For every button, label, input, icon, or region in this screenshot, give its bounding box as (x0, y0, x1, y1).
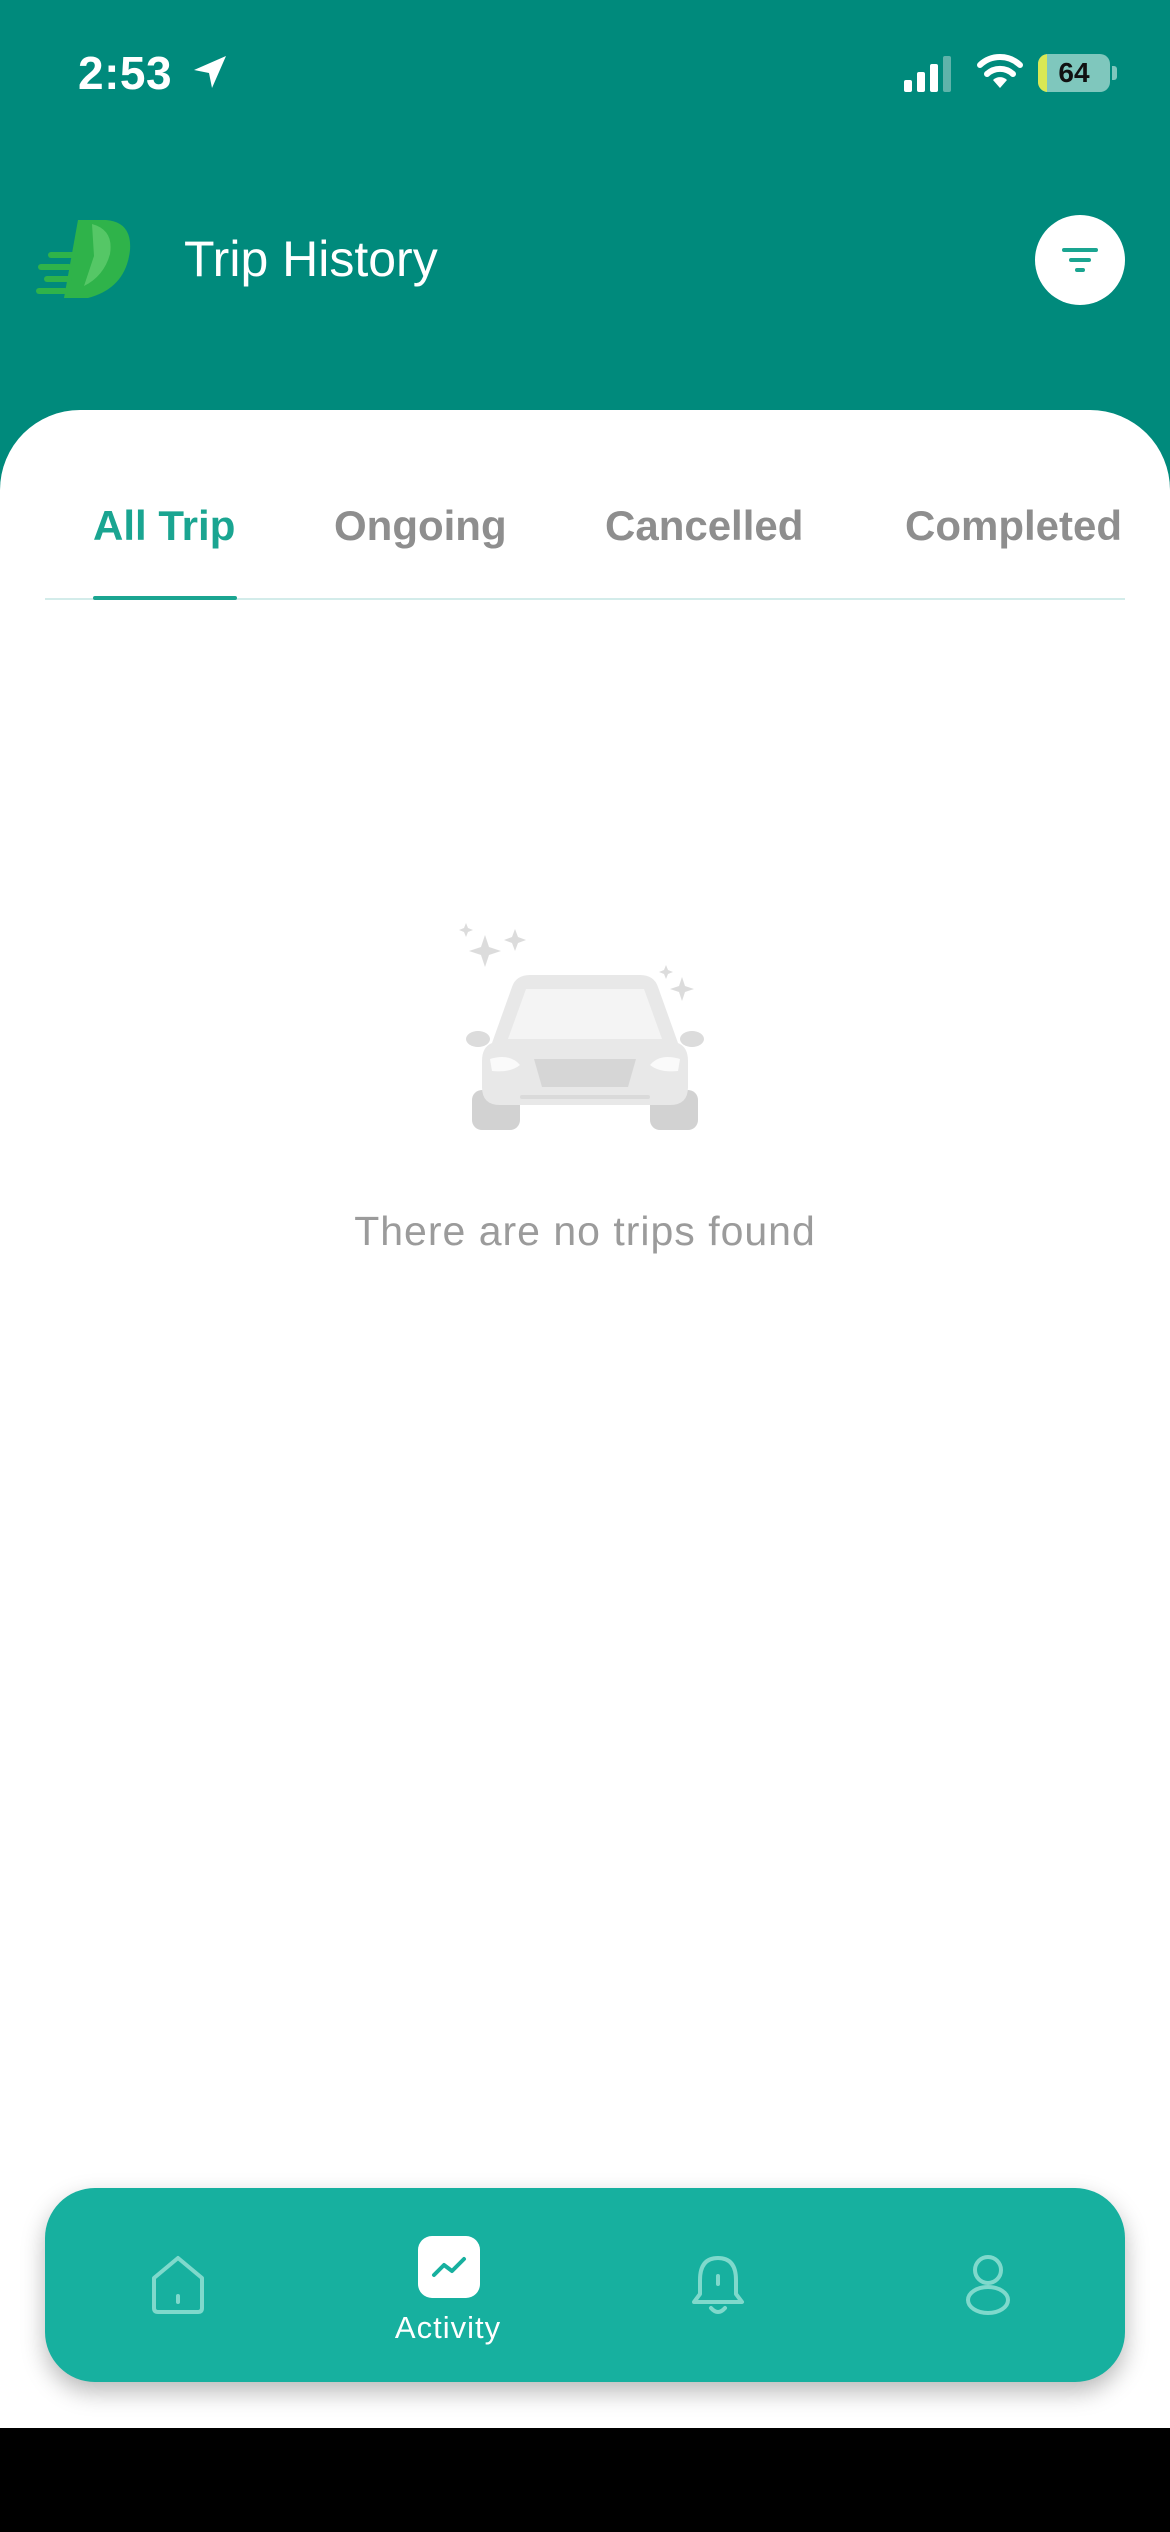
page-title: Trip History (184, 231, 438, 287)
bell-icon (692, 2256, 744, 2314)
tab-ongoing[interactable]: Ongoing (334, 502, 507, 550)
filter-button[interactable] (1035, 215, 1125, 305)
activity-tile (418, 2236, 480, 2298)
bottom-navigation: Activity (45, 2188, 1125, 2382)
nav-profile[interactable] (908, 2188, 1068, 2382)
location-arrow-icon (194, 56, 226, 88)
trip-history-content: All Trip Ongoing Cancelled Completed (0, 410, 1170, 2428)
nav-activity-label: Activity (394, 2310, 502, 2345)
activity-chart-icon (432, 2257, 466, 2277)
battery-indicator: 64 (1038, 54, 1110, 92)
car-illustration-icon (459, 923, 704, 1130)
status-bar: 2:53 64 (0, 0, 1170, 150)
battery-percent: 64 (1058, 57, 1090, 88)
home-icon (152, 2256, 204, 2314)
active-tab-indicator (93, 596, 237, 600)
nav-notifications[interactable] (638, 2188, 798, 2382)
wifi-icon (977, 54, 1023, 88)
app-logo-icon (36, 220, 131, 298)
trip-filter-tabs: All Trip Ongoing Cancelled Completed (45, 410, 1125, 600)
profile-icon (966, 2255, 1010, 2315)
nav-activity[interactable]: Activity (368, 2188, 528, 2382)
nav-home[interactable] (98, 2188, 258, 2382)
tab-completed[interactable]: Completed (905, 502, 1122, 550)
app-screen: 2:53 64 Trip History All Trip Ongoing Ca… (0, 0, 1170, 2428)
cellular-signal-icon (904, 56, 951, 92)
filter-icon (1062, 248, 1098, 272)
tab-cancelled[interactable]: Cancelled (605, 502, 803, 550)
status-time: 2:53 (78, 47, 173, 99)
empty-state-message: There are no trips found (354, 1208, 816, 1254)
tab-all-trip[interactable]: All Trip (93, 502, 235, 550)
battery-cap (1112, 66, 1117, 80)
